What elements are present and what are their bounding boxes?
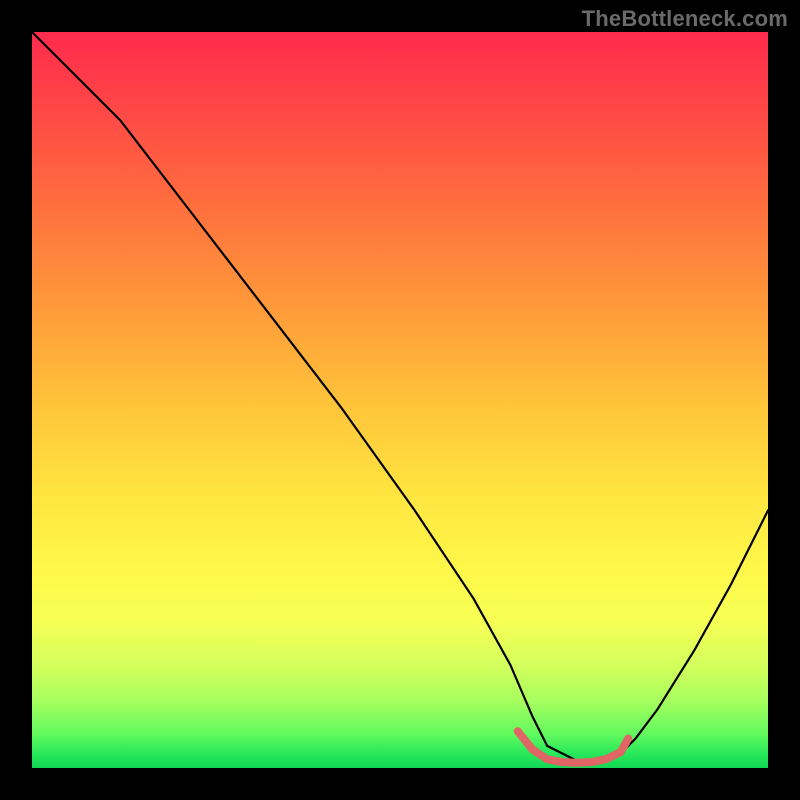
chart-frame: TheBottleneck.com xyxy=(0,0,800,800)
plot-area xyxy=(32,32,768,768)
chart-svg xyxy=(32,32,768,768)
watermark-text: TheBottleneck.com xyxy=(582,6,788,32)
bottleneck-curve xyxy=(32,32,768,761)
